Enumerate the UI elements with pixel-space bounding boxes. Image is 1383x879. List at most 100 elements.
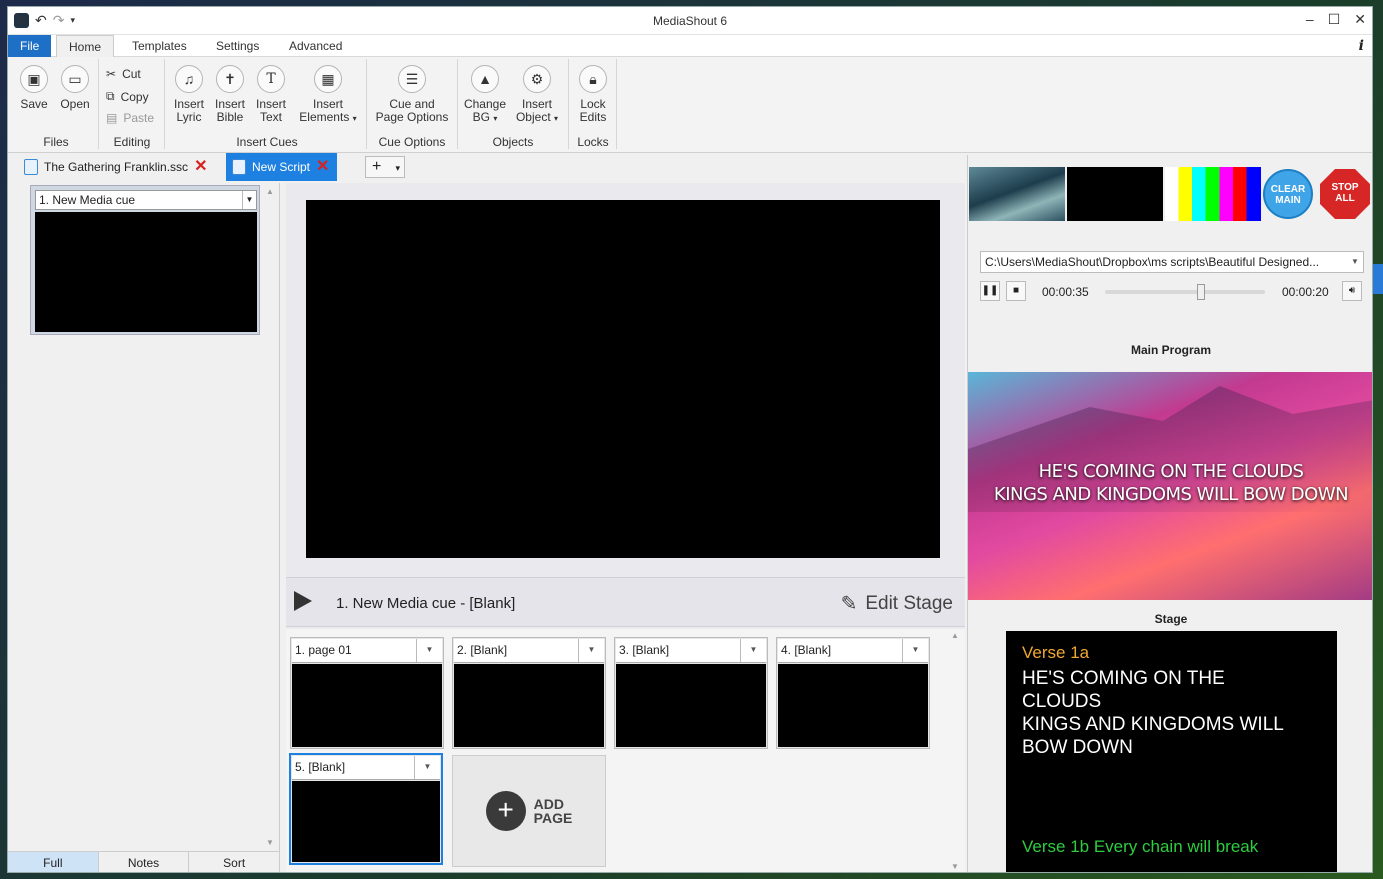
close-tab-icon[interactable]: ✕: [316, 153, 329, 181]
chevron-down-icon[interactable]: ▼: [416, 639, 442, 662]
menu-file[interactable]: File: [8, 35, 52, 57]
sliders-icon: ☰: [398, 65, 426, 93]
ribbon-divider: [568, 59, 569, 149]
menu-settings[interactable]: Settings: [204, 35, 271, 57]
volume-icon[interactable]: 🔊︎: [1342, 281, 1362, 301]
tab-gathering-franklin[interactable]: The Gathering Franklin.ssc ✕: [18, 153, 215, 181]
object-icon: ⚙: [523, 65, 551, 93]
pause-icon[interactable]: ❚❚: [980, 281, 1000, 301]
page-tile[interactable]: 4. [Blank] ▼: [776, 637, 930, 749]
tab-notes[interactable]: Notes: [99, 852, 190, 872]
save-button[interactable]: ▣ Save: [16, 65, 52, 111]
page-grid-scrollbar[interactable]: ▲ ▼: [949, 629, 961, 872]
cue-toolbar: 1. New Media cue - [Blank] ✎ Edit Stage: [286, 577, 965, 627]
edit-stage-button[interactable]: ✎ Edit Stage: [841, 591, 953, 616]
cue-preview[interactable]: [306, 200, 940, 558]
menu-templates[interactable]: Templates: [120, 35, 199, 57]
desktop-icon[interactable]: [1373, 264, 1383, 294]
chevron-down-icon[interactable]: ▼: [414, 756, 440, 779]
add-page-button[interactable]: + ADD PAGE: [452, 755, 606, 867]
tab-full[interactable]: Full: [8, 852, 99, 872]
paste-button[interactable]: ▤ Paste: [106, 111, 154, 125]
stage-output: Verse 1a HE'S COMING ON THE CLOUDS KINGS…: [1006, 631, 1337, 872]
ribbon-divider: [457, 59, 458, 149]
media-transport: ❚❚ ■ 00:00:35 00:00:20 🔊︎: [980, 281, 1364, 303]
stop-icon[interactable]: ■: [1006, 281, 1026, 301]
chevron-down-icon[interactable]: ▼: [242, 191, 256, 209]
open-button[interactable]: ▭ Open: [56, 65, 94, 111]
cue-thumbnail: [35, 212, 257, 332]
scroll-down-icon[interactable]: ▼: [951, 862, 959, 871]
group-label-cue-options: Cue Options: [378, 135, 446, 149]
scroll-up-icon[interactable]: ▲: [951, 631, 959, 640]
page-name-dropdown[interactable]: 2. [Blank] ▼: [454, 639, 604, 663]
editor-panel: 1. New Media cue - [Blank] ✎ Edit Stage …: [286, 183, 965, 872]
cue-name-dropdown[interactable]: 1. New Media cue ▼: [35, 190, 257, 210]
page-tile[interactable]: 1. page 01 ▼: [290, 637, 444, 749]
app-window: M ↶ ↷ ▾ MediaShout 6 – ☐ ✕ File Home Tem…: [7, 6, 1373, 873]
close-icon[interactable]: ✕: [1354, 11, 1366, 28]
page-name-dropdown[interactable]: 1. page 01 ▼: [292, 639, 442, 663]
lock-edits-button[interactable]: 🔒︎ Lock Edits: [574, 65, 612, 124]
chevron-down-icon[interactable]: ▼: [740, 639, 766, 662]
insert-elements-button[interactable]: ▦ Insert Elements ▾: [293, 65, 363, 125]
page-name-dropdown[interactable]: 3. [Blank] ▼: [616, 639, 766, 663]
main-program-title: Main Program: [1130, 343, 1211, 357]
cue-card[interactable]: 1. New Media cue ▼: [30, 185, 260, 335]
page-tile-selected[interactable]: 5. [Blank] ▼: [289, 753, 443, 865]
info-icon[interactable]: i: [1359, 38, 1364, 54]
menu-bar: File Home Templates Settings Advanced i: [8, 35, 1372, 57]
page-thumbnail: [292, 781, 440, 862]
maximize-icon[interactable]: ☐: [1328, 11, 1341, 28]
menu-advanced[interactable]: Advanced: [277, 35, 354, 57]
cue-page-options-button[interactable]: ☰ Cue and Page Options: [372, 65, 452, 124]
tab-new-script[interactable]: New Script ✕: [226, 153, 338, 181]
insert-bible-button[interactable]: ✝ Insert Bible: [211, 65, 249, 124]
cue-list-panel: 1. New Media cue ▼ ▲ ▼ Full Notes Sort: [8, 183, 281, 872]
play-icon[interactable]: [294, 591, 312, 611]
color-bars-thumbnail[interactable]: [1165, 167, 1261, 221]
chevron-down-icon[interactable]: ▼: [902, 639, 928, 662]
slider-handle[interactable]: [1197, 284, 1205, 300]
stage-title: Stage: [1154, 612, 1188, 626]
page-tile[interactable]: 3. [Blank] ▼: [614, 637, 768, 749]
background-thumbnail[interactable]: [1067, 167, 1163, 221]
window-controls: – ☐ ✕: [1306, 11, 1366, 28]
copy-button[interactable]: ⧉ Copy: [106, 89, 149, 104]
playback-slider[interactable]: [1105, 284, 1265, 300]
minimize-icon[interactable]: –: [1306, 11, 1314, 28]
add-tab-button[interactable]: + ▾: [365, 156, 405, 178]
tab-sort[interactable]: Sort: [189, 852, 281, 872]
text-icon: T: [257, 65, 285, 93]
script-file-icon: [232, 159, 246, 175]
group-label-insert-cues: Insert Cues: [236, 135, 298, 149]
page-name-dropdown[interactable]: 4. [Blank] ▼: [778, 639, 928, 663]
background-icon: ▲: [471, 65, 499, 93]
cue-list-scrollbar[interactable]: ▲ ▼: [264, 187, 276, 847]
clear-main-button[interactable]: CLEAR MAIN: [1263, 169, 1313, 219]
insert-lyric-button[interactable]: ♫ Insert Lyric: [170, 65, 208, 124]
pencil-icon: ✎: [840, 593, 858, 615]
group-label-editing: Editing: [113, 135, 151, 149]
stop-all-button[interactable]: STOP ALL: [1320, 169, 1370, 219]
main-program-output: HE'S COMING ON THE CLOUDS KINGS AND KING…: [968, 372, 1372, 600]
grid-icon: ▦: [314, 65, 342, 93]
chevron-down-icon[interactable]: ▼: [578, 639, 604, 662]
insert-object-button[interactable]: ⚙ Insert Object ▾: [510, 65, 564, 125]
close-tab-icon[interactable]: ✕: [194, 153, 207, 181]
background-thumbnail[interactable]: [969, 167, 1065, 221]
scroll-up-icon[interactable]: ▲: [266, 187, 274, 196]
media-path-dropdown[interactable]: C:\Users\MediaShout\Dropbox\ms scripts\B…: [980, 251, 1364, 273]
remaining-time: 00:00:20: [1282, 285, 1329, 299]
menu-home[interactable]: Home: [56, 35, 115, 57]
folder-open-icon: ▭: [61, 65, 89, 93]
insert-text-button[interactable]: T Insert Text: [252, 65, 290, 124]
ribbon-divider: [616, 59, 617, 149]
scroll-down-icon[interactable]: ▼: [266, 838, 274, 847]
page-tile[interactable]: 2. [Blank] ▼: [452, 637, 606, 749]
cut-button[interactable]: ✂ Cut: [106, 67, 141, 81]
change-bg-button[interactable]: ▲ Change BG ▾: [462, 65, 508, 125]
page-name-dropdown[interactable]: 5. [Blank] ▼: [292, 756, 440, 780]
window-title: MediaShout 6: [652, 14, 728, 28]
chevron-down-icon[interactable]: ▼: [1347, 252, 1363, 272]
